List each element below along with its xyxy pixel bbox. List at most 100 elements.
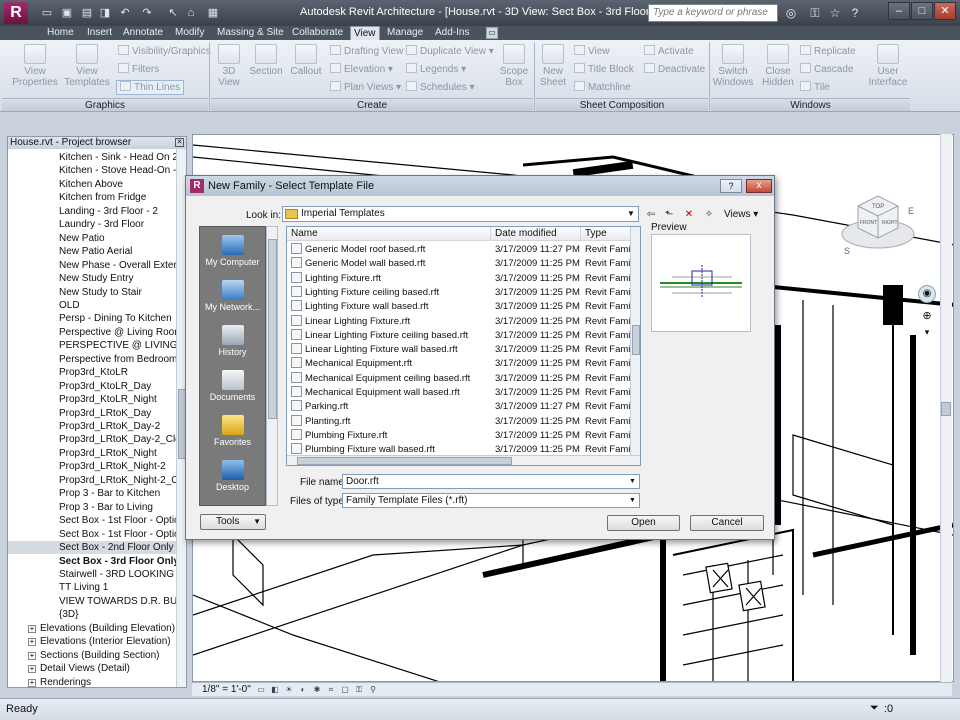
project-browser-item[interactable]: Persp - Dining To Kitchen: [8, 312, 178, 325]
viewcube[interactable]: TOP FRONT RIGHT S E: [838, 186, 918, 256]
back-icon[interactable]: ⇦: [644, 208, 658, 221]
file-row[interactable]: Mechanical Equipment ceiling based.rft 3/…: [287, 371, 630, 386]
schedules-button[interactable]: Schedules ▾: [406, 81, 475, 94]
look-in-select[interactable]: Imperial Templates ▼: [282, 206, 639, 222]
project-browser-item[interactable]: Kitchen - Stove Head-On - w: [8, 164, 178, 177]
views-menu-button[interactable]: Views ▾: [724, 209, 758, 220]
project-browser-item[interactable]: New Patio: [8, 232, 178, 245]
file-row[interactable]: Generic Model roof based.rft 3/17/2009 11…: [287, 243, 630, 257]
file-row[interactable]: Lighting Fixture.rft 3/17/2009 11:25 PM Re…: [287, 271, 630, 286]
steering-wheel-icon[interactable]: ◉: [918, 285, 936, 303]
activate-button[interactable]: Activate: [644, 45, 694, 58]
project-browser-item[interactable]: Perspective from Bedroom: [8, 353, 178, 366]
project-browser-item[interactable]: Prop3rd_LRtoK_Night: [8, 447, 178, 460]
column-header-date[interactable]: Date modified: [491, 227, 581, 241]
project-browser-item[interactable]: {3D}: [8, 608, 178, 621]
tab-insert[interactable]: Insert: [84, 26, 115, 40]
tile-button[interactable]: Tile: [800, 81, 830, 94]
file-row[interactable]: Generic Model wall based.rft 3/17/2009 11…: [287, 257, 630, 271]
tab-collaborate[interactable]: Collaborate: [289, 26, 346, 40]
key-icon[interactable]: ⚿: [806, 4, 824, 22]
column-header-type[interactable]: Type: [581, 227, 631, 241]
project-browser-tree-node[interactable]: + Detail Views (Detail): [8, 662, 178, 675]
place-desktop[interactable]: Desktop: [200, 456, 265, 502]
project-browser-item[interactable]: Prop 3 - Bar to Living: [8, 501, 178, 514]
tab-home[interactable]: Home: [44, 26, 77, 40]
legends-button[interactable]: Legends ▾: [406, 63, 466, 76]
zoom-icon[interactable]: ⊕: [918, 307, 936, 325]
scrollbar-thumb[interactable]: [268, 239, 277, 419]
scrollbar-thumb[interactable]: [632, 325, 640, 355]
filters-button[interactable]: Filters: [118, 63, 159, 76]
file-row[interactable]: Planting.rft 3/17/2009 11:25 PM Revit Fami: [287, 414, 630, 429]
help-button[interactable]: ?: [720, 179, 742, 193]
binoculars-icon[interactable]: ◎: [782, 4, 800, 22]
3d-view-button[interactable]: 3D View: [214, 44, 244, 88]
undo-icon[interactable]: ↶: [118, 6, 132, 20]
cascade-button[interactable]: Cascade: [800, 63, 853, 76]
project-browser-item[interactable]: Sect Box - 1st Floor - Option: [8, 514, 178, 527]
up-folder-icon[interactable]: ⬑: [662, 208, 676, 221]
project-browser-item[interactable]: Prop3rd_LRtoK_Day: [8, 407, 178, 420]
section-button[interactable]: Section: [248, 44, 284, 77]
chevron-down-icon[interactable]: ▼: [627, 495, 638, 506]
print-icon[interactable]: ▤: [80, 6, 94, 20]
place-favorites[interactable]: Favorites: [200, 411, 265, 457]
project-browser-item[interactable]: TT Living 1: [8, 581, 178, 594]
zoom-dropdown-icon[interactable]: ▾: [918, 325, 936, 339]
measure-icon[interactable]: ↖: [166, 6, 180, 20]
scrollbar-thumb[interactable]: [941, 402, 951, 416]
project-browser-item[interactable]: Perspective @ Living Room: [8, 326, 178, 339]
tab-manage[interactable]: Manage: [384, 26, 426, 40]
project-browser-item[interactable]: Prop3rd_KtoLR_Day: [8, 380, 178, 393]
maximize-button[interactable]: □: [911, 2, 933, 20]
tab-massing-site[interactable]: Massing & Site: [214, 26, 287, 40]
search-input[interactable]: Type a keyword or phrase: [648, 4, 778, 22]
project-browser-item[interactable]: Kitchen from Fridge: [8, 191, 178, 204]
file-row[interactable]: Mechanical Equipment.rft 3/17/2009 11:25 …: [287, 357, 630, 371]
hide-isolate-icon[interactable]: ⚲: [368, 685, 378, 695]
open-icon[interactable]: ▭: [40, 6, 54, 20]
new-folder-icon[interactable]: ✧: [702, 208, 716, 221]
project-browser-item[interactable]: Prop3rd_LRtoK_Night-2_Clos: [8, 474, 178, 487]
expand-icon[interactable]: +: [28, 678, 36, 687]
project-browser-tree-node[interactable]: + Renderings: [8, 676, 178, 689]
project-browser-item[interactable]: Landing - 3rd Floor - 2: [8, 205, 178, 218]
tab-view[interactable]: View: [350, 26, 380, 40]
project-browser-item[interactable]: Kitchen - Sink - Head On 200: [8, 151, 178, 164]
close-icon[interactable]: ✕: [175, 138, 184, 147]
new-sheet-button[interactable]: New Sheet: [538, 44, 568, 88]
open-button[interactable]: Open: [607, 515, 680, 531]
project-browser-item[interactable]: Kitchen Above: [8, 178, 178, 191]
sync-icon[interactable]: ◨: [98, 6, 112, 20]
place-my-computer[interactable]: My Computer: [200, 231, 265, 277]
file-row[interactable]: Linear Lighting Fixture.rft 3/17/2009 11:…: [287, 314, 630, 329]
redo-icon[interactable]: ↷: [140, 6, 154, 20]
expand-icon[interactable]: +: [28, 624, 36, 633]
close-hidden-button[interactable]: Close Hidden: [760, 44, 796, 88]
sun-path-icon[interactable]: ☀: [284, 685, 294, 695]
view-templates-button[interactable]: View Templates: [64, 44, 110, 88]
scrollbar-thumb[interactable]: [297, 457, 512, 465]
file-row[interactable]: Plumbing Fixture.rft 3/17/2009 11:25 PM Re…: [287, 428, 630, 443]
deactivate-button[interactable]: Deactivate: [644, 63, 705, 76]
rendering-icon[interactable]: ✱: [312, 685, 322, 695]
filter-icon[interactable]: ⏷: [870, 702, 879, 715]
ribbon-minimize-icon[interactable]: ▭: [486, 27, 498, 39]
expand-icon[interactable]: +: [28, 651, 36, 660]
project-browser-tree-node[interactable]: + Elevations (Interior Elevation): [8, 635, 178, 648]
dialog-close-button[interactable]: x: [746, 179, 772, 193]
thin-lines-button[interactable]: Thin Lines: [116, 80, 185, 95]
expand-icon[interactable]: +: [28, 638, 36, 647]
file-name-input[interactable]: Door.rft ▼: [342, 474, 640, 489]
cancel-button[interactable]: Cancel: [690, 515, 764, 531]
project-browser-tree-node[interactable]: + Sections (Building Section): [8, 649, 178, 662]
file-row[interactable]: Linear Lighting Fixture ceiling based.rf…: [287, 328, 630, 343]
title-block-button[interactable]: Title Block: [574, 63, 634, 76]
tab-modify[interactable]: Modify: [172, 26, 207, 40]
project-browser-item[interactable]: Prop3rd_KtoLR: [8, 366, 178, 379]
project-browser-item[interactable]: New Patio Aerial: [8, 245, 178, 258]
project-browser-item[interactable]: Prop 3 - Bar to Kitchen: [8, 487, 178, 500]
tab-annotate[interactable]: Annotate: [120, 26, 166, 40]
file-row[interactable]: Parking.rft 3/17/2009 11:27 PM Revit Fami: [287, 400, 630, 414]
